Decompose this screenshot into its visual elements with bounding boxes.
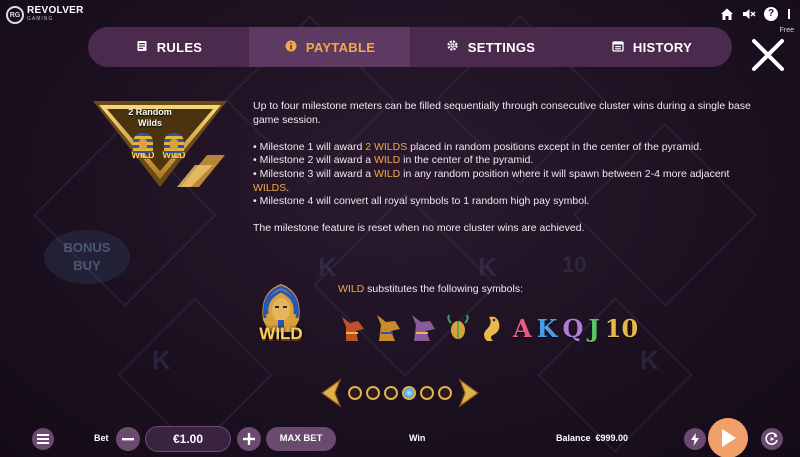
page-dot-2[interactable] [366, 386, 380, 400]
tab-rules-label: RULES [156, 39, 203, 55]
logo-mark: RG [6, 6, 24, 24]
bottom-bar: Bet €1.00 MAX BET Win Balance €999.00 [0, 418, 800, 457]
anubis-purple-icon [408, 313, 438, 343]
page-dot-6[interactable] [438, 386, 452, 400]
menu-button[interactable] [32, 428, 54, 450]
symbol-a: A [513, 313, 532, 343]
wild-substitutes-text: WILD substitutes the following symbols: [338, 283, 523, 295]
calendar-icon [611, 40, 625, 55]
tab-history-label: HISTORY [632, 39, 693, 55]
substituted-symbols: A K Q J 10 [338, 312, 638, 344]
logo-sub: GAMING [27, 16, 54, 22]
page-dot-5[interactable] [420, 386, 434, 400]
tab-bar: RULES PAYTABLE SETTINGS HISTORY [88, 27, 732, 67]
pharaoh-wild-symbol: WILD [253, 280, 309, 348]
home-icon[interactable] [720, 7, 734, 21]
book-icon [135, 40, 149, 55]
milestone-badge: 2 Random Wilds WILD WILD [91, 99, 231, 189]
page-dot-1[interactable] [348, 386, 362, 400]
minus-icon [122, 438, 134, 441]
anubis-gold-icon [373, 313, 403, 343]
paytable-pager [318, 378, 482, 408]
top-icons: ? [720, 7, 792, 21]
free-label: Free [779, 27, 794, 34]
cobra-icon [478, 313, 508, 343]
page-dot-3[interactable] [384, 386, 398, 400]
autoplay-icon [765, 432, 778, 445]
next-page-arrow-icon[interactable] [456, 378, 482, 408]
bet-label: Bet [94, 433, 109, 443]
tab-settings-label: SETTINGS [467, 39, 536, 55]
fullscreen-icon[interactable] [786, 7, 792, 21]
anubis-red-icon [338, 313, 368, 343]
symbol-k: K [536, 313, 558, 343]
close-icon [752, 39, 784, 71]
bonus-buy-ghost: BONUS BUY [44, 230, 130, 284]
tab-paytable[interactable]: PAYTABLE [249, 27, 410, 67]
symbol-q: Q [562, 313, 584, 343]
revolver-logo: RG REVOLVER GAMING [6, 6, 84, 24]
hamburger-icon [37, 434, 49, 444]
previous-page-arrow-icon[interactable] [318, 378, 344, 408]
tab-settings[interactable]: SETTINGS [410, 27, 571, 67]
balance-value: €999.00 [595, 433, 629, 443]
sound-off-icon[interactable] [742, 7, 756, 21]
symbol-10: 10 [604, 313, 639, 343]
balance-label: Balance [556, 433, 591, 443]
milestone-1-text: • Milestone 1 will award 2 WILDS placed … [253, 140, 702, 153]
tab-rules[interactable]: RULES [88, 27, 249, 67]
milestone-2-text: • Milestone 2 will award a WILD in the c… [253, 154, 534, 167]
play-icon [722, 429, 736, 447]
pharaoh-wild-icon: WILD [161, 133, 187, 165]
help-icon[interactable]: ? [764, 7, 778, 21]
tab-history[interactable]: HISTORY [571, 27, 732, 67]
milestone-badge-label: 2 Random Wilds [128, 107, 172, 128]
page-dot-4-active[interactable] [402, 386, 416, 400]
win-label: Win [409, 433, 426, 443]
turbo-button[interactable] [684, 428, 706, 450]
reset-text: The milestone feature is reset when no m… [253, 222, 585, 235]
autoplay-button[interactable] [761, 428, 783, 450]
plus-icon [243, 433, 255, 445]
milestone-description: Up to four milestone meters can be fille… [253, 100, 753, 250]
scarab-icon [443, 313, 473, 343]
lightning-icon [691, 432, 699, 446]
pharaoh-wild-icon: WILD [130, 133, 156, 165]
milestone-3-text: • Milestone 3 will award a WILD in any r… [253, 167, 730, 194]
close-button[interactable] [751, 38, 785, 72]
info-icon [284, 40, 298, 55]
symbol-j: J [588, 313, 600, 343]
bet-value: €1.00 [145, 426, 231, 452]
decrease-bet-button[interactable] [116, 427, 140, 451]
gear-icon [446, 39, 460, 55]
tab-paytable-label: PAYTABLE [305, 39, 376, 55]
spin-button[interactable] [708, 418, 748, 457]
big-wild-text: WILD [259, 324, 303, 343]
milestone-4-text: • Milestone 4 will convert all royal sym… [253, 195, 590, 208]
balance-display: Balance €999.00 [556, 433, 628, 443]
max-bet-button[interactable]: MAX BET [266, 427, 336, 451]
intro-text: Up to four milestone meters can be fille… [253, 100, 751, 126]
increase-bet-button[interactable] [237, 427, 261, 451]
